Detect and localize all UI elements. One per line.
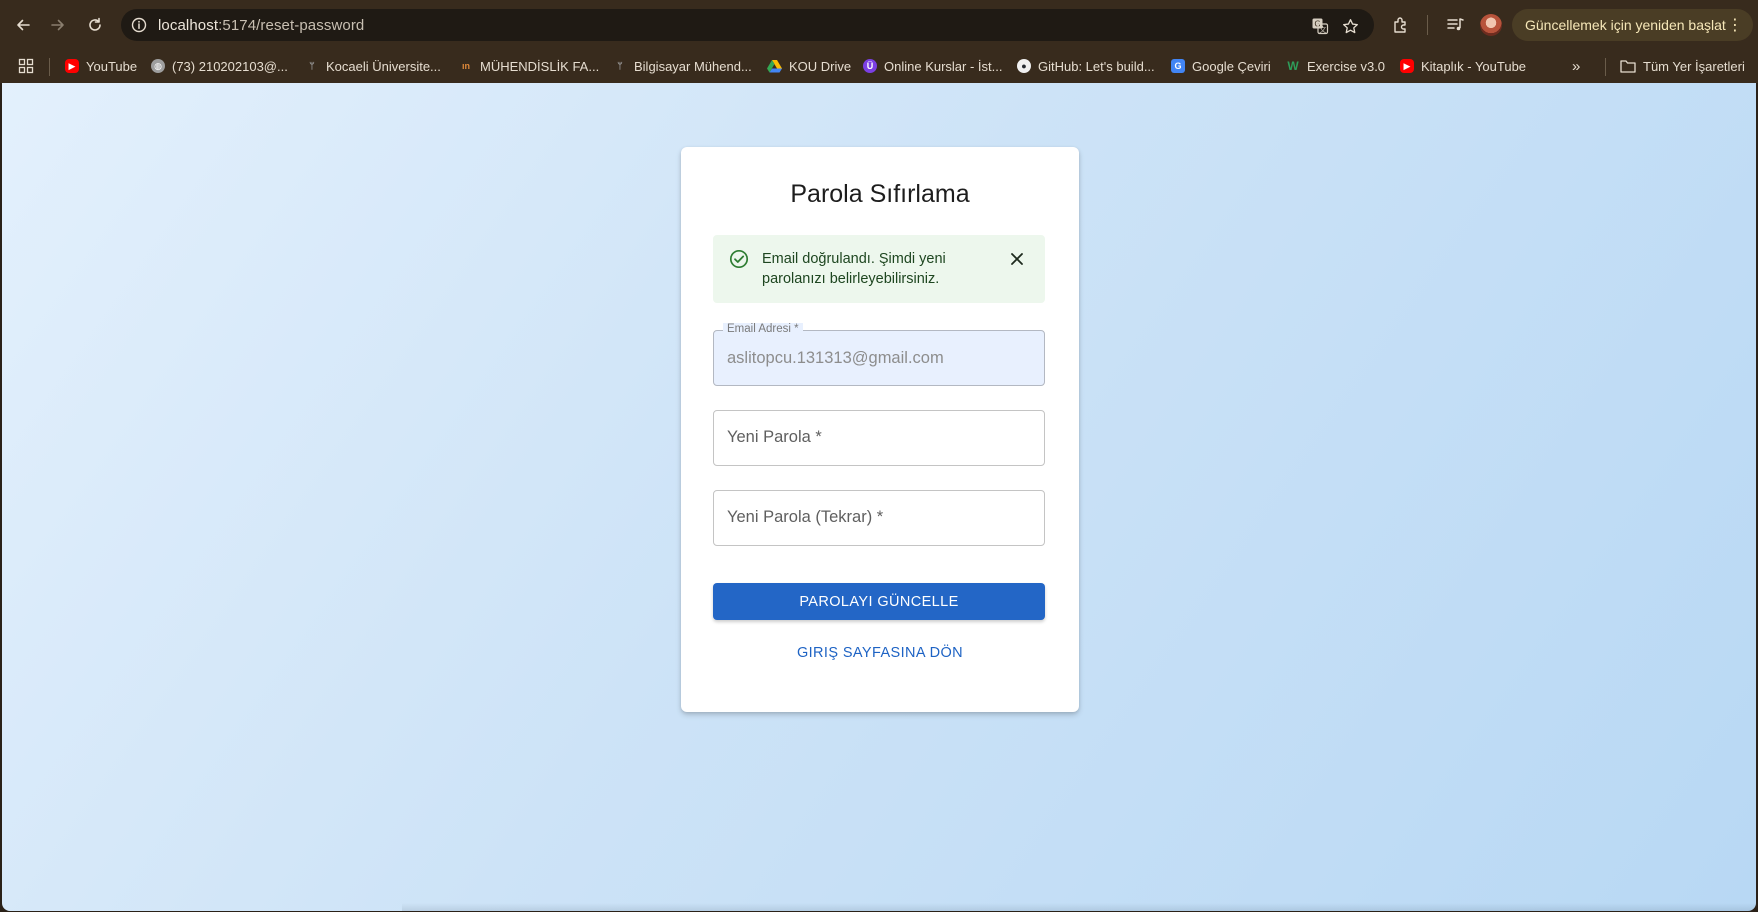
bookmarks-bar: ▶ YouTube ◍ (73) 210202103@... ᛘ Kocaeli… — [0, 50, 1758, 83]
reload-button[interactable] — [80, 10, 110, 40]
drive-icon — [767, 60, 782, 73]
bookmark-github[interactable]: ● GitHub: Let's build... — [1017, 53, 1155, 79]
success-alert: Email doğrulandı. Şimdi yeni parolanızı … — [713, 235, 1045, 303]
bookmark-kocaeli[interactable]: ᛘ Kocaeli Üniversite... — [305, 53, 441, 79]
folder-icon — [1620, 60, 1636, 73]
email-field-label: Email Adresi * — [723, 323, 803, 335]
update-password-button[interactable]: PAROLAYI GÜNCELLE — [713, 583, 1045, 620]
all-bookmarks-label: Tüm Yer İşaretleri — [1643, 58, 1745, 74]
bookmark-exercise[interactable]: W Exercise v3.0 — [1286, 53, 1385, 79]
youtube-icon: ▶ — [1400, 59, 1414, 73]
bookmark-youtube[interactable]: ▶ YouTube — [65, 53, 137, 79]
arrow-left-icon — [17, 19, 30, 31]
apps-button[interactable] — [18, 53, 34, 79]
bookmark-label: MÜHENDİSLİK FA... — [480, 58, 600, 74]
bookmark-label: YouTube — [86, 58, 138, 74]
youtube-icon: ▶ — [65, 59, 79, 73]
kou-icon: ᛘ — [309, 61, 315, 71]
bookmark-label: Kitaplık - YouTube — [1421, 58, 1527, 74]
media-controls-icon[interactable] — [1442, 12, 1468, 38]
page-title: Parola Sıfırlama — [790, 180, 970, 208]
exercise-icon: W — [1287, 59, 1299, 73]
bookmark-bilgisayar[interactable]: ᛘ Bilgisayar Mühend... — [613, 53, 752, 79]
reload-icon — [89, 17, 101, 31]
email-field-value: aslitopcu.131313@gmail.com — [727, 349, 944, 367]
site-info-icon[interactable] — [129, 15, 149, 35]
chevron-double-right-icon: » — [1572, 57, 1581, 75]
apps-grid-icon — [18, 58, 34, 74]
url-host: localhost — [158, 17, 219, 34]
bookmark-label: GitHub: Let's build... — [1038, 58, 1155, 74]
toolbar-divider — [1427, 15, 1428, 35]
bookmark-online-kurslar[interactable]: Ü Online Kurslar - İst... — [863, 53, 1002, 79]
faculty-icon: ın — [462, 61, 470, 71]
browser-chrome: localhost:5174/reset-password G文 Güncell… — [0, 0, 1758, 83]
bookmarks-divider — [49, 58, 50, 76]
reset-password-card: Parola Sıfırlama Email doğrulandı. Şimdi… — [681, 147, 1079, 712]
bookmark-kitaplik[interactable]: ▶ Kitaplık - YouTube — [1400, 53, 1526, 79]
confirm-password-field[interactable]: Yeni Parola (Tekrar) * — [713, 490, 1045, 546]
forward-button[interactable] — [43, 10, 73, 40]
profile-avatar[interactable] — [1480, 14, 1502, 36]
translate-icon: G — [1171, 59, 1185, 73]
bookmark-label: Kocaeli Üniversite... — [326, 58, 441, 74]
bookmark-star-icon[interactable] — [1339, 15, 1361, 37]
bookmarks-divider — [1605, 58, 1606, 76]
svg-text:文: 文 — [1319, 25, 1326, 34]
udemy-icon: Ü — [863, 59, 877, 73]
bookmark-label: Google Çeviri — [1192, 58, 1271, 74]
restart-to-update-button[interactable]: Güncellemek için yeniden başlat ⋮ — [1512, 9, 1753, 41]
bookmark-label: Bilgisayar Mühend... — [634, 58, 752, 74]
bookmark-label: KOU Drive — [789, 58, 852, 74]
all-bookmarks-folder[interactable]: Tüm Yer İşaretleri — [1620, 53, 1745, 79]
translate-icon[interactable]: G文 — [1309, 15, 1331, 37]
bookmark-label: Online Kurslar - İst... — [884, 58, 1003, 74]
close-icon[interactable] — [1009, 251, 1025, 267]
bookmark-mail[interactable]: ◍ (73) 210202103@... — [151, 53, 288, 79]
address-bar[interactable]: localhost:5174/reset-password G文 — [121, 9, 1374, 41]
browser-toolbar: localhost:5174/reset-password G文 Güncell… — [0, 0, 1758, 50]
bookmark-muhendislik[interactable]: ın MÜHENDİSLİK FA... — [459, 53, 599, 79]
new-password-label: Yeni Parola * — [727, 428, 822, 446]
arrow-right-icon — [51, 19, 64, 31]
alert-message: Email doğrulandı. Şimdi yeni parolanızı … — [762, 251, 946, 287]
page-viewport: Parola Sıfırlama Email doğrulandı. Şimdi… — [2, 83, 1756, 911]
url-path: :5174/reset-password — [218, 17, 365, 34]
window-shadow — [402, 903, 1756, 911]
email-field[interactable]: Email Adresi * aslitopcu.131313@gmail.co… — [713, 323, 1045, 386]
new-password-field[interactable]: Yeni Parola * — [713, 410, 1045, 466]
more-bookmarks-button[interactable]: » — [1572, 53, 1580, 79]
back-to-login-link[interactable]: GIRIŞ SAYFASINA DÖN — [681, 645, 1079, 661]
back-button[interactable] — [8, 10, 38, 40]
more-menu-icon[interactable]: ⋮ — [1727, 15, 1743, 35]
bookmark-label: (73) 210202103@... — [172, 58, 288, 74]
kou-icon: ᛘ — [617, 61, 623, 71]
check-circle-icon — [729, 249, 749, 269]
bookmark-kou-drive[interactable]: KOU Drive — [767, 53, 851, 79]
bookmark-label: Exercise v3.0 — [1307, 58, 1386, 74]
bookmark-google-ceviri[interactable]: G Google Çeviri — [1171, 53, 1271, 79]
url-text: localhost:5174/reset-password — [158, 17, 364, 34]
restart-to-update-label: Güncellemek için yeniden başlat — [1525, 17, 1726, 33]
github-icon: ● — [1017, 59, 1031, 73]
extensions-icon[interactable] — [1388, 12, 1414, 38]
confirm-password-label: Yeni Parola (Tekrar) * — [727, 508, 884, 526]
globe-icon: ◍ — [151, 59, 165, 73]
